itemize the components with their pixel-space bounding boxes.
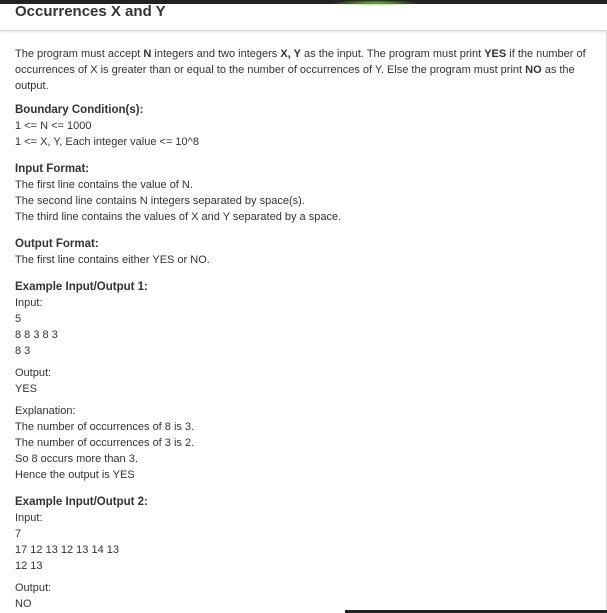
desc-text: as the input. The program must print — [300, 48, 485, 60]
input-format-line: The second line contains N integers sepa… — [15, 195, 305, 207]
example1-explanation-line: The number of occurrences of 3 is 2. — [15, 437, 195, 449]
problem-title: Occurrences X and Y — [15, 3, 166, 20]
top-glow-decoration — [330, 0, 420, 6]
output-format-heading: Output Format: — [15, 238, 99, 250]
desc-bold-no: NO — [525, 64, 542, 76]
example2-heading: Example Input/Output 2: — [15, 496, 148, 508]
boundary-heading: Boundary Condition(s): — [15, 104, 144, 116]
input-format-heading: Input Format: — [15, 163, 90, 175]
example1-output-line: YES — [15, 383, 38, 395]
example1-explanation-line: So 8 occurs more than 3. — [15, 453, 138, 465]
boundary-line: 1 <= X, Y, Each integer value <= 10^8 — [15, 136, 199, 148]
desc-text: integers and two integers — [151, 48, 281, 60]
output-format-line: The first line contains either YES or NO… — [15, 254, 210, 266]
example1-input-line: 8 3 — [15, 345, 31, 357]
example1-explanation-label: Explanation: — [15, 405, 76, 417]
example2-output-label: Output: — [15, 582, 52, 594]
example2-input-line: 17 12 13 12 13 14 13 — [15, 544, 119, 556]
problem-statement: The program must accept N integers and t… — [15, 46, 595, 612]
example1-input-line: 5 — [15, 313, 22, 325]
example2-input-line: 12 13 — [15, 560, 43, 572]
desc-text: The program must accept — [15, 48, 144, 60]
boundary-line: 1 <= N <= 1000 — [15, 120, 92, 132]
input-format-line: The third line contains the values of X … — [15, 211, 342, 223]
example1-heading: Example Input/Output 1: — [15, 281, 148, 293]
example1-explanation-line: Hence the output is YES — [15, 469, 135, 481]
example2-input-line: 7 — [15, 528, 22, 540]
example2-input-label: Input: — [15, 512, 43, 524]
desc-bold-xy: X, Y — [280, 48, 301, 60]
input-format-line: The first line contains the value of N. — [15, 179, 193, 191]
example1-input-label: Input: — [15, 297, 43, 309]
example1-explanation-line: The number of occurrences of 8 is 3. — [15, 421, 195, 433]
problem-header: Occurrences X and Y — [0, 0, 607, 31]
example1-output-label: Output: — [15, 367, 52, 379]
problem-description: The program must accept N integers and t… — [15, 46, 595, 94]
desc-bold-yes: YES — [484, 48, 507, 60]
example1-input-line: 8 8 3 8 3 — [15, 329, 58, 341]
window-top-bar — [0, 0, 607, 4]
